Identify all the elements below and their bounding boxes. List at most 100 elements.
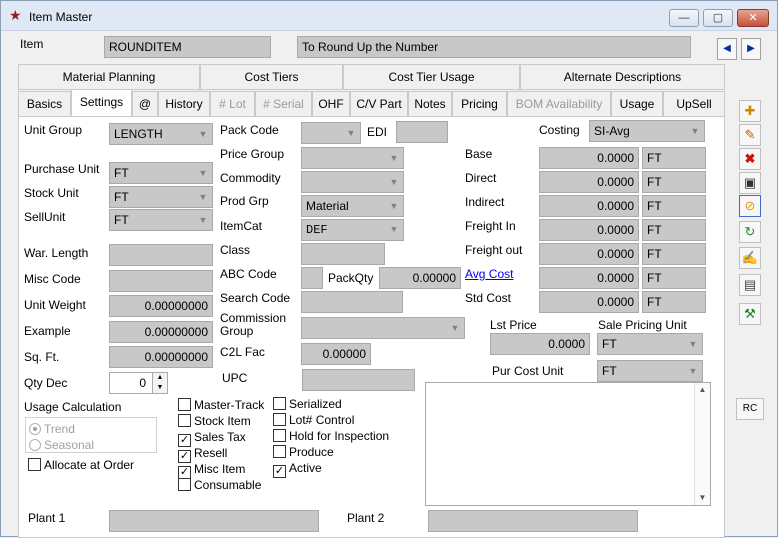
minimize-button[interactable]: —: [669, 9, 699, 27]
stock-unit-label: Stock Unit: [24, 186, 79, 200]
plant1-field[interactable]: [109, 510, 319, 532]
direct-cost-label: Direct: [465, 171, 497, 185]
notes-textarea[interactable]: ▲ ▼: [425, 382, 711, 506]
plant2-label: Plant 2: [347, 511, 385, 525]
tab-alternate-descriptions[interactable]: Alternate Descriptions: [520, 64, 725, 90]
unit-group-select[interactable]: LENGTH ▼: [109, 123, 213, 145]
example-field[interactable]: 0.00000000: [109, 321, 213, 343]
edi-field[interactable]: [396, 121, 448, 143]
new-record-icon[interactable]: ✚: [739, 100, 761, 122]
avg-cost-unit: FT: [642, 267, 706, 289]
costing-select[interactable]: SI-Avg ▼: [589, 120, 705, 142]
std-cost-field[interactable]: 0.0000: [539, 291, 639, 313]
app-star-icon: ★: [9, 7, 22, 23]
resell-checkbox[interactable]: ✓ Resell: [178, 446, 227, 463]
produce-checkbox[interactable]: Produce: [273, 445, 334, 459]
save-icon[interactable]: ▣: [739, 172, 761, 194]
commission-group-select[interactable]: ▼: [301, 317, 465, 339]
c2l-fac-field[interactable]: 0.00000: [301, 343, 371, 365]
stock-item-checkbox[interactable]: Stock Item: [178, 414, 251, 428]
class-field[interactable]: [301, 243, 385, 265]
qty-dec-spinner[interactable]: ▲ ▼: [152, 372, 168, 394]
contact-card-icon[interactable]: ▤: [739, 274, 761, 296]
tab-cost-tier-usage[interactable]: Cost Tier Usage: [343, 64, 520, 90]
tab-cost-tiers[interactable]: Cost Tiers: [200, 64, 343, 90]
chevron-down-icon: ▼: [198, 168, 208, 178]
tab-usage[interactable]: Usage: [611, 91, 663, 117]
example-label: Example: [24, 324, 71, 338]
itemcat-select[interactable]: DEF ▼: [301, 219, 404, 241]
serialized-checkbox[interactable]: Serialized: [273, 397, 342, 411]
rc-button[interactable]: RC: [736, 398, 764, 420]
edi-label: EDI: [367, 125, 388, 139]
tab-history[interactable]: History: [158, 91, 210, 117]
search-code-label: Search Code: [220, 291, 291, 305]
lot-control-checkbox[interactable]: Lot# Control: [273, 413, 354, 427]
plant2-field[interactable]: [428, 510, 638, 532]
prev-record-button[interactable]: ◀: [717, 38, 737, 60]
allocate-at-order-checkbox[interactable]: Allocate at Order: [28, 458, 134, 472]
freight-out-field[interactable]: 0.0000: [539, 243, 639, 265]
pack-code-select[interactable]: ▼: [301, 122, 361, 144]
maximize-button[interactable]: ▢: [703, 9, 733, 27]
tab-settings[interactable]: Settings: [71, 89, 132, 116]
freight-out-label: Freight out: [465, 243, 523, 257]
tab-ohf[interactable]: OHF: [312, 91, 350, 117]
avg-cost-link[interactable]: Avg Cost: [465, 267, 513, 281]
refresh-icon[interactable]: ↻: [739, 221, 761, 243]
next-record-button[interactable]: ▶: [741, 38, 761, 60]
item-description-field[interactable]: To Round Up the Number: [297, 36, 691, 58]
base-cost-field[interactable]: 0.0000: [539, 147, 639, 169]
direct-cost-field[interactable]: 0.0000: [539, 171, 639, 193]
title-bar: ★ Item Master — ▢ ✕: [1, 1, 777, 31]
sale-pricing-unit-select[interactable]: FT ▼: [597, 333, 703, 355]
upc-field[interactable]: [302, 369, 415, 391]
item-code-field[interactable]: ROUNDITEM: [104, 36, 271, 58]
tab-pricing[interactable]: Pricing: [452, 91, 507, 117]
cancel-icon[interactable]: ⊘: [739, 195, 761, 217]
tab-basics[interactable]: Basics: [18, 91, 71, 117]
edit-icon[interactable]: ✎: [739, 124, 761, 146]
tab-at[interactable]: @: [132, 91, 158, 117]
notes-scrollbar[interactable]: ▲ ▼: [694, 383, 710, 505]
search-code-field[interactable]: [301, 291, 403, 313]
sqft-field[interactable]: 0.00000000: [109, 346, 213, 368]
tool-icon[interactable]: ⚒: [739, 303, 761, 325]
scroll-up-icon[interactable]: ▲: [695, 383, 710, 397]
packqty-field[interactable]: 0.00000: [379, 267, 461, 289]
qty-dec-field[interactable]: 0: [109, 372, 153, 394]
upc-label: UPC: [222, 371, 248, 385]
active-checkbox[interactable]: ✓ Active: [273, 461, 322, 478]
avg-cost-field[interactable]: 0.0000: [539, 267, 639, 289]
consumable-checkbox[interactable]: Consumable: [178, 478, 261, 492]
tab-material-planning[interactable]: Material Planning: [18, 64, 200, 90]
tab-notes[interactable]: Notes: [408, 91, 452, 117]
war-length-field[interactable]: [109, 244, 213, 266]
commodity-select[interactable]: ▼: [301, 171, 404, 193]
master-track-checkbox[interactable]: Master-Track: [178, 398, 264, 412]
misc-code-field[interactable]: [109, 270, 213, 292]
chevron-down-icon: ▼: [346, 128, 356, 138]
prod-grp-select[interactable]: Material ▼: [301, 195, 404, 217]
purchase-unit-select[interactable]: FT ▼: [109, 162, 213, 184]
freight-in-field[interactable]: 0.0000: [539, 219, 639, 241]
delete-icon[interactable]: ✖: [739, 148, 761, 170]
indirect-cost-field[interactable]: 0.0000: [539, 195, 639, 217]
base-cost-unit: FT: [642, 147, 706, 169]
tab-upsell[interactable]: UpSell: [663, 91, 725, 117]
std-cost-unit: FT: [642, 291, 706, 313]
misc-item-checkbox[interactable]: ✓ Misc Item: [178, 462, 245, 479]
unit-weight-field[interactable]: 0.00000000: [109, 295, 213, 317]
sell-unit-select[interactable]: FT ▼: [109, 209, 213, 231]
price-group-select[interactable]: ▼: [301, 147, 404, 169]
scroll-down-icon[interactable]: ▼: [695, 491, 710, 505]
hold-for-inspection-checkbox[interactable]: Hold for Inspection: [273, 429, 389, 443]
close-button[interactable]: ✕: [737, 9, 769, 27]
abc-code-field[interactable]: [301, 267, 323, 289]
lst-price-field[interactable]: 0.0000: [490, 333, 590, 355]
sales-tax-checkbox[interactable]: ✓ Sales Tax: [178, 430, 246, 447]
notes-edit-icon[interactable]: ✍: [739, 247, 761, 269]
tab-cv-part[interactable]: C/V Part: [350, 91, 408, 117]
pur-cost-unit-select[interactable]: FT ▼: [597, 360, 703, 382]
stock-unit-select[interactable]: FT ▼: [109, 186, 213, 208]
